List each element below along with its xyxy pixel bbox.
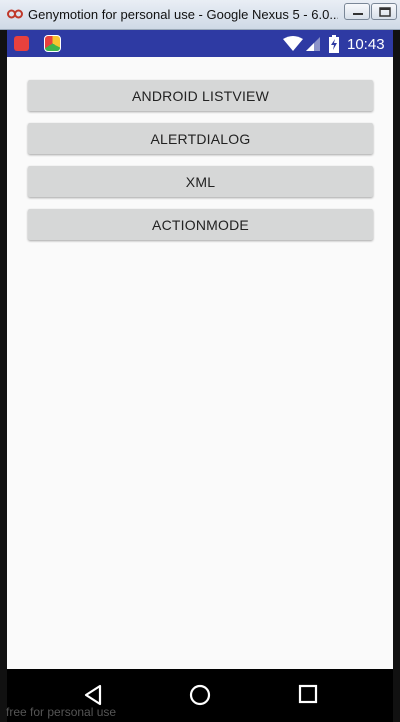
- recent-apps-icon[interactable]: [298, 684, 318, 704]
- home-icon[interactable]: [189, 684, 211, 706]
- window-title-bar[interactable]: Genymotion for personal use - Google Nex…: [0, 0, 400, 30]
- status-time: 10:43: [347, 36, 385, 53]
- status-bar: 10:43: [7, 30, 393, 57]
- minimize-icon: [353, 13, 363, 15]
- app-notification-icon-2: [44, 35, 61, 52]
- xml-button[interactable]: XML: [28, 166, 373, 197]
- maximize-icon: [379, 7, 391, 17]
- actionmode-button[interactable]: ACTIONMODE: [28, 209, 373, 240]
- window-title: Genymotion for personal use - Google Nex…: [28, 7, 338, 22]
- wifi-icon: [283, 36, 303, 51]
- alertdialog-button[interactable]: ALERTDIALOG: [28, 123, 373, 154]
- signal-icon: [306, 37, 320, 51]
- minimize-button[interactable]: [344, 3, 370, 20]
- back-icon[interactable]: [83, 684, 103, 706]
- battery-icon: [329, 35, 339, 53]
- watermark-text: free for personal use: [6, 705, 117, 719]
- genymotion-logo-icon: [7, 9, 23, 19]
- app-notification-icon: [14, 36, 29, 51]
- android-listview-button[interactable]: ANDROID LISTVIEW: [28, 80, 373, 111]
- maximize-button[interactable]: [371, 3, 397, 20]
- app-content: ANDROID LISTVIEW ALERTDIALOG XML ACTIONM…: [7, 57, 393, 669]
